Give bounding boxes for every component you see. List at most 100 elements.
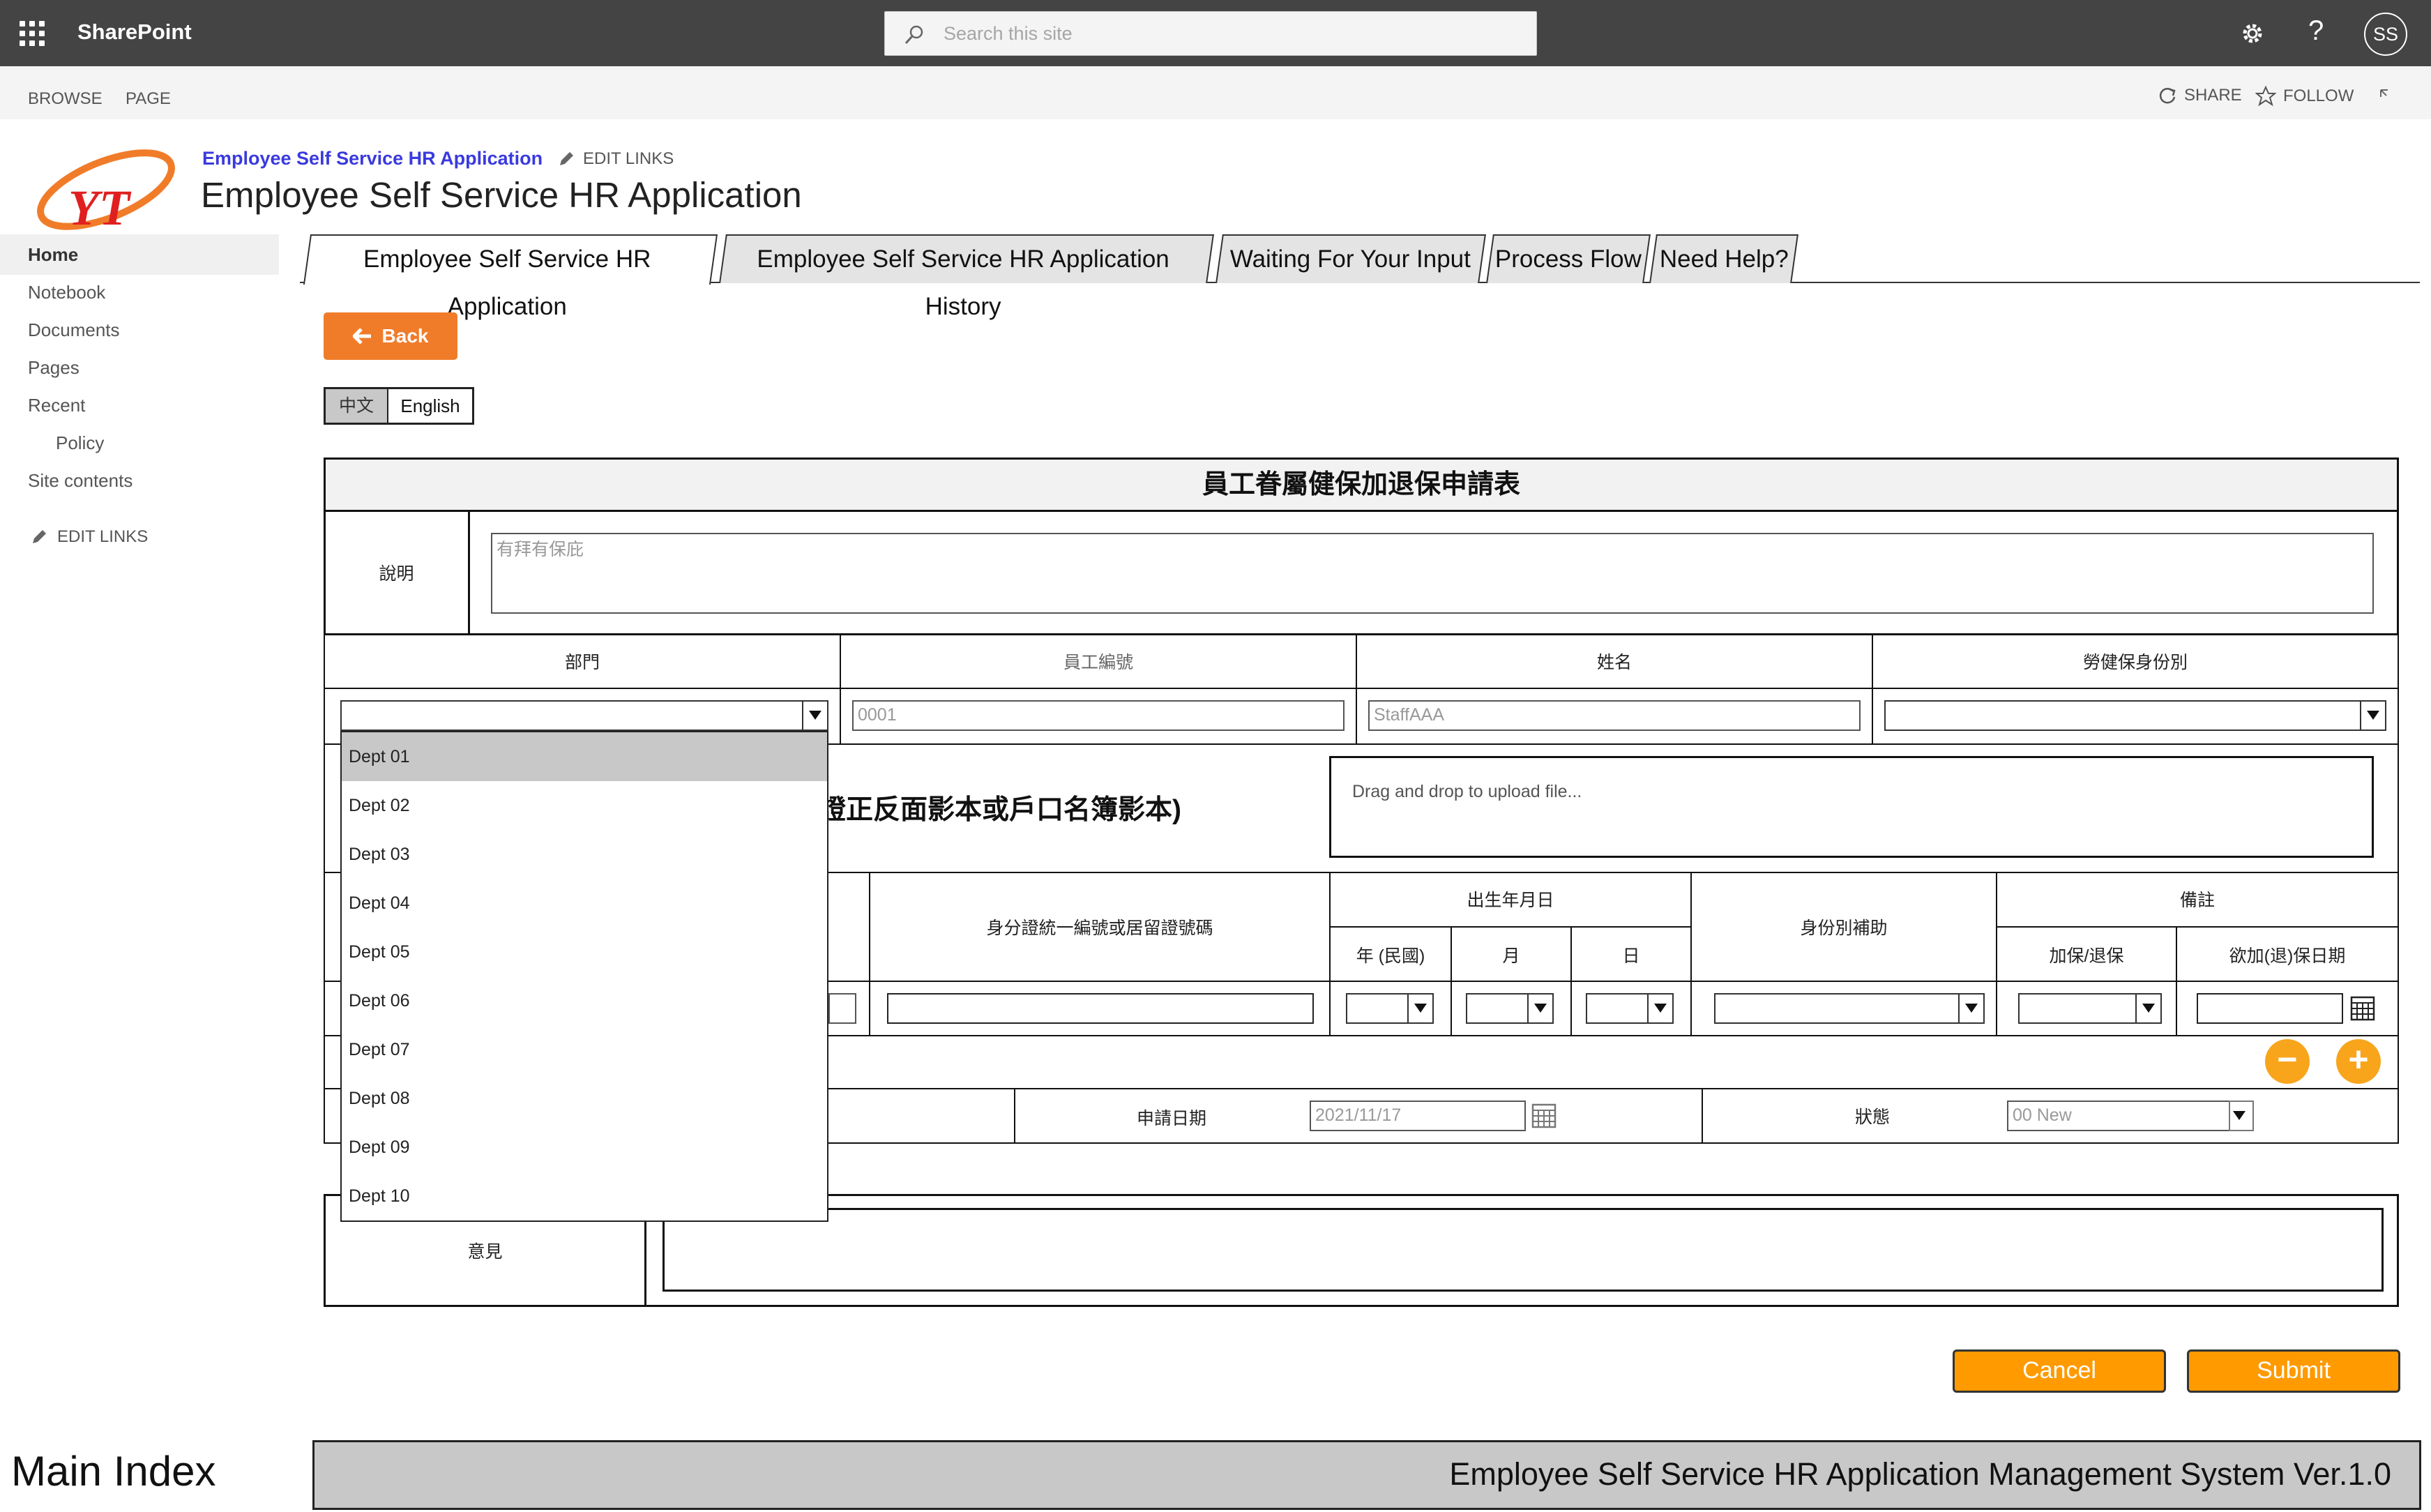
- site-title: Employee Self Service HR Application: [201, 175, 802, 215]
- form-title: 員工眷屬健保加退保申請表: [324, 458, 2399, 512]
- avatar[interactable]: SS: [2364, 13, 2407, 56]
- add-row-button[interactable]: +: [2336, 1039, 2381, 1084]
- description-textarea[interactable]: 有拜有保庇: [491, 533, 2374, 614]
- edit-links-label: EDIT LINKS: [57, 527, 149, 546]
- year-label: 年 (民國): [1329, 926, 1452, 982]
- dept-option[interactable]: Dept 01: [342, 732, 827, 781]
- month-label: 月: [1451, 926, 1572, 982]
- company-logo: YT: [37, 149, 175, 236]
- empno-field[interactable]: 0001: [852, 700, 1345, 731]
- gear-icon[interactable]: [2239, 20, 2266, 47]
- id-no-field[interactable]: [887, 993, 1314, 1024]
- chevron-down-icon: [1407, 995, 1432, 1022]
- dept-option[interactable]: Dept 05: [342, 928, 827, 976]
- back-label: Back: [381, 325, 429, 347]
- tab-application-history[interactable]: Employee Self Service HR Application His…: [719, 234, 1214, 320]
- chevron-down-icon: [2135, 995, 2160, 1022]
- search-input[interactable]: [944, 12, 1515, 55]
- nav-item-notebook[interactable]: Notebook: [28, 282, 105, 303]
- focus-mode-icon[interactable]: [2378, 87, 2395, 104]
- tab-process-flow[interactable]: Process Flow: [1486, 234, 1651, 283]
- insurance-id-label: 勞健保身份別: [1872, 633, 2399, 689]
- divider: [2176, 981, 2177, 1036]
- tab-need-help[interactable]: Need Help?: [1649, 234, 1798, 283]
- calendar-icon[interactable]: [1531, 1102, 1557, 1128]
- tab-label: Employee Self Service HR Application His…: [757, 245, 1169, 320]
- dept-select[interactable]: [340, 700, 828, 731]
- name-field[interactable]: StaffAAA: [1368, 700, 1861, 731]
- chevron-down-icon: [2227, 1102, 2252, 1130]
- divider: [1996, 981, 1997, 1036]
- back-button[interactable]: Back: [324, 312, 457, 360]
- empno-label: 員工編號: [840, 633, 1357, 689]
- subsidy-select[interactable]: [1714, 993, 1985, 1024]
- chevron-down-icon: [802, 702, 827, 729]
- tab-label: Process Flow: [1494, 245, 1642, 273]
- opinion-textarea[interactable]: [662, 1208, 2384, 1292]
- upload-instruction: 證正反面影本或戶口名簿影本): [819, 795, 1181, 825]
- nav-item-policy[interactable]: Policy: [56, 432, 104, 454]
- insurance-id-select[interactable]: [1884, 700, 2386, 731]
- month-select[interactable]: [1466, 993, 1554, 1024]
- tab-application[interactable]: Employee Self Service HR Application: [303, 234, 718, 320]
- upload-dropzone[interactable]: Drag and drop to upload file...: [1329, 756, 2374, 858]
- follow-button[interactable]: FOLLOW: [2255, 86, 2354, 107]
- divider: [1451, 981, 1452, 1036]
- language-toggle: 中文 English: [324, 387, 474, 425]
- search-box[interactable]: [884, 11, 1537, 56]
- nav-item-home[interactable]: Home: [28, 244, 78, 266]
- dept-option[interactable]: Dept 03: [342, 830, 827, 879]
- ribbon-tab-page[interactable]: PAGE: [126, 89, 171, 109]
- share-button[interactable]: SHARE: [2158, 86, 2242, 105]
- chevron-down-icon: [1527, 995, 1552, 1022]
- dept-option[interactable]: Dept 09: [342, 1123, 827, 1172]
- main-index-link[interactable]: Main Index: [11, 1447, 216, 1495]
- arrow-left-icon: [352, 328, 371, 345]
- divider: [1570, 981, 1572, 1036]
- tab-label: Waiting For Your Input: [1230, 245, 1471, 273]
- effective-date-field[interactable]: [2197, 993, 2343, 1024]
- nav-item-documents[interactable]: Documents: [28, 319, 120, 341]
- remove-row-button[interactable]: −: [2265, 1039, 2310, 1084]
- birth-label: 出生年月日: [1329, 872, 1692, 928]
- edit-links-left[interactable]: EDIT LINKS: [31, 527, 148, 547]
- dept-option[interactable]: Dept 08: [342, 1074, 827, 1123]
- status-label: 狀態: [1855, 1107, 1891, 1127]
- share-label: SHARE: [2184, 86, 2242, 105]
- share-icon: [2159, 88, 2176, 104]
- nav-item-recent[interactable]: Recent: [28, 395, 85, 416]
- ribbon-tab-browse[interactable]: BROWSE: [28, 89, 103, 109]
- desc-label: 說明: [325, 511, 470, 634]
- ribbon: BROWSE PAGE SHARE FOLLOW: [0, 66, 2431, 119]
- dept-dropdown-list: Dept 01 Dept 02 Dept 03 Dept 04 Dept 05 …: [340, 731, 828, 1222]
- divider: [1702, 1088, 1703, 1144]
- help-icon[interactable]: ?: [2308, 15, 2324, 47]
- dept-option[interactable]: Dept 10: [342, 1172, 827, 1220]
- sharepoint-brand[interactable]: SharePoint: [77, 20, 192, 45]
- dept-option[interactable]: Dept 06: [342, 976, 827, 1025]
- tab-waiting-for-input[interactable]: Waiting For Your Input: [1216, 234, 1486, 283]
- pencil-icon: [33, 530, 46, 543]
- dept-option[interactable]: Dept 02: [342, 781, 827, 830]
- add-remove-select[interactable]: [2018, 993, 2162, 1024]
- edit-links-top[interactable]: EDIT LINKS: [558, 149, 674, 169]
- lang-chinese-button[interactable]: 中文: [326, 389, 388, 423]
- submit-button[interactable]: Submit: [2187, 1350, 2400, 1393]
- nav-item-pages[interactable]: Pages: [28, 357, 79, 379]
- day-select[interactable]: [1586, 993, 1674, 1024]
- dept-option[interactable]: Dept 07: [342, 1025, 827, 1074]
- dept-label: 部門: [324, 633, 841, 689]
- dependent-name-field[interactable]: [828, 993, 856, 1024]
- divider: [1690, 981, 1692, 1036]
- divider: [1014, 1088, 1015, 1144]
- nav-item-site-contents[interactable]: Site contents: [28, 470, 132, 492]
- status-select-arrow: [2229, 1101, 2254, 1131]
- dept-option[interactable]: Dept 04: [342, 879, 827, 928]
- status-field: 00 New: [2007, 1101, 2254, 1131]
- site-breadcrumb-link[interactable]: Employee Self Service HR Application: [202, 148, 543, 169]
- cancel-button[interactable]: Cancel: [1953, 1350, 2166, 1393]
- calendar-icon[interactable]: [2350, 995, 2375, 1021]
- app-launcher-icon[interactable]: [20, 21, 45, 46]
- year-select[interactable]: [1346, 993, 1434, 1024]
- lang-english-button[interactable]: English: [388, 389, 472, 423]
